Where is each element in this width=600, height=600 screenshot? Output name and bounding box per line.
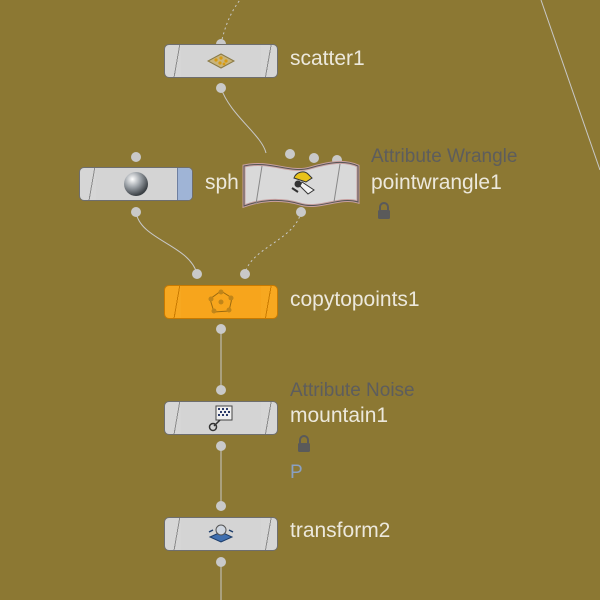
- node-mountain[interactable]: [164, 401, 278, 435]
- wrangle-icon: [288, 168, 318, 196]
- transform-node-name[interactable]: transform2: [290, 519, 390, 543]
- transform-output-port[interactable]: [216, 557, 226, 567]
- sphere-output-port[interactable]: [131, 207, 141, 217]
- sphere-icon: [121, 171, 151, 197]
- wrangle-output-port[interactable]: [296, 207, 306, 217]
- node-pointwrangle[interactable]: [240, 160, 362, 210]
- copy-node-name[interactable]: copytopoints1: [290, 288, 420, 312]
- copy-output-port[interactable]: [216, 324, 226, 334]
- sphere-input-port[interactable]: [131, 152, 141, 162]
- sphere-node-name[interactable]: sph: [205, 171, 239, 195]
- copy-input-port-1[interactable]: [192, 269, 202, 279]
- mountain-output-port[interactable]: [216, 441, 226, 451]
- network-canvas[interactable]: scatter1 sph Attribute Wrangle pointwran…: [0, 0, 600, 600]
- scatter-node-name[interactable]: scatter1: [290, 47, 365, 71]
- wrangle-node-name[interactable]: pointwrangle1: [371, 171, 502, 195]
- wire-scatter-to-wrangle: [220, 87, 267, 154]
- mountain-node-type: Attribute Noise: [290, 380, 415, 401]
- attrib-label: P: [290, 462, 303, 483]
- noise-icon: [206, 405, 236, 432]
- display-flag[interactable]: [177, 168, 192, 200]
- wrangle-input-port-1[interactable]: [285, 149, 295, 159]
- mountain-node-name[interactable]: mountain1: [290, 404, 388, 428]
- node-sphere[interactable]: [79, 167, 193, 201]
- lock-icon[interactable]: [375, 202, 393, 220]
- node-copytopoints[interactable]: [164, 285, 278, 319]
- copy-input-port-2[interactable]: [240, 269, 250, 279]
- scatter-icon: [206, 48, 236, 74]
- node-transform[interactable]: [164, 517, 278, 551]
- wrangle-node-type: Attribute Wrangle: [371, 146, 518, 167]
- scatter-output-port[interactable]: [216, 83, 226, 93]
- node-scatter[interactable]: [164, 44, 278, 78]
- copy-to-points-icon: [206, 289, 236, 315]
- transform-input-port[interactable]: [216, 501, 226, 511]
- transform-icon: [206, 521, 236, 547]
- wire-scatter-input: [220, 0, 241, 45]
- mountain-input-port[interactable]: [216, 385, 226, 395]
- lock-icon[interactable]: [295, 435, 313, 453]
- wire-wrangle-to-copy: [244, 211, 302, 275]
- wire-sphere-to-copy: [135, 211, 198, 275]
- wire-offscreen: [540, 0, 600, 171]
